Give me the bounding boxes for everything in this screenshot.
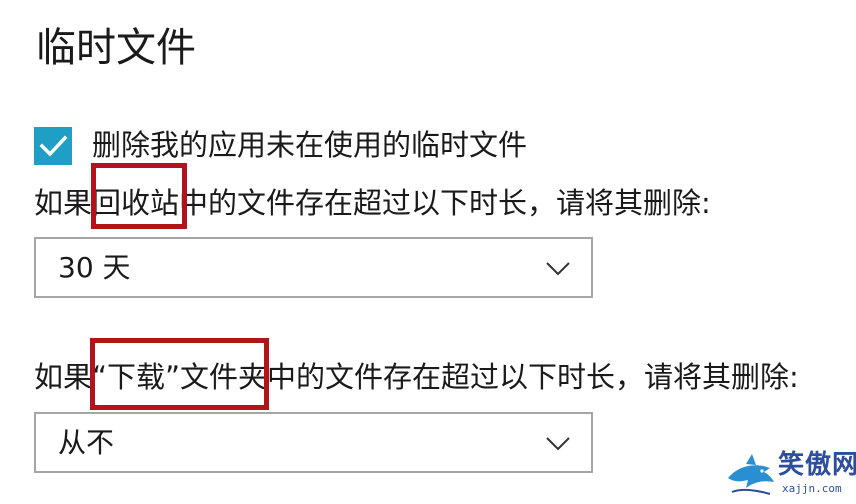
checkmark-icon <box>39 135 68 157</box>
chevron-down-icon <box>546 437 570 451</box>
recycle-bin-duration-dropdown[interactable]: 30 天 <box>34 237 593 298</box>
downloads-duration-label: 如果“下载”文件夹中的文件存在超过以下时长，请将其删除: <box>34 360 799 394</box>
downloads-duration-dropdown[interactable]: 从不 <box>34 412 593 473</box>
chevron-down-icon <box>546 262 570 276</box>
delete-temp-files-label: 删除我的应用未在使用的临时文件 <box>92 128 528 162</box>
downloads-duration-value: 从不 <box>58 426 115 459</box>
watermark: 笑傲网 xajjn.com <box>724 448 856 500</box>
shark-logo-icon <box>728 454 774 495</box>
recycle-bin-duration-label: 如果回收站中的文件存在超过以下时长，请将其删除: <box>34 186 711 220</box>
delete-temp-files-checkbox[interactable] <box>34 127 72 165</box>
recycle-bin-duration-value: 30 天 <box>58 251 131 284</box>
watermark-text: 笑傲网 <box>778 450 856 480</box>
watermark-sub: xajjn.com <box>782 482 842 495</box>
page-title: 临时文件 <box>36 25 196 71</box>
